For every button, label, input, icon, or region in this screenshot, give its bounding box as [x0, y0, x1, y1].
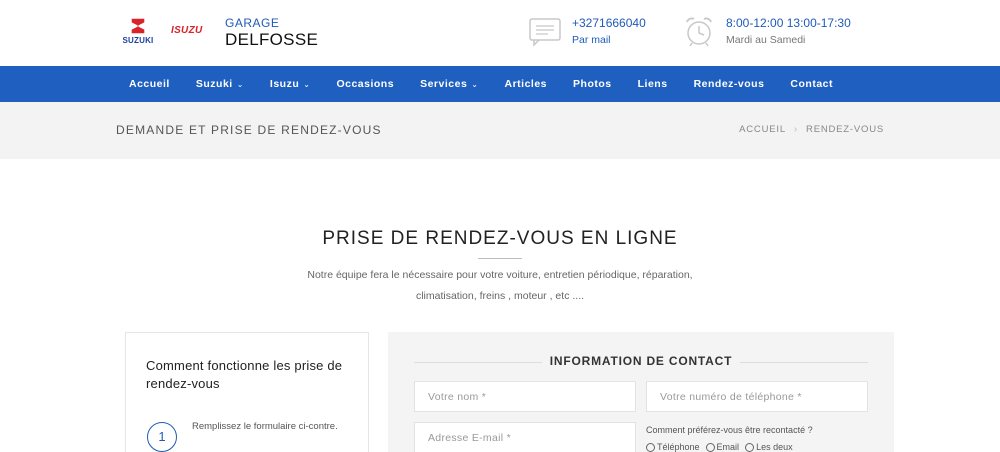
nav-item-label: Contact	[790, 78, 833, 90]
suzuki-logo-text: SUZUKI	[122, 36, 154, 45]
radio-circle-icon	[745, 442, 755, 452]
nav-item-suzuki[interactable]: Suzuki ⌄	[183, 66, 257, 102]
breadcrumb-home-link[interactable]: ACCUEIL	[739, 124, 786, 135]
mail-link[interactable]: Par mail	[572, 34, 646, 46]
envelope-icon	[529, 18, 561, 47]
opening-hours-block: 8:00-12:00 13:00-17:30 Mardi au Samedi	[682, 14, 851, 48]
page-title-bar: DEMANDE ET PRISE DE RENDEZ-VOUS ACCUEIL …	[0, 102, 1000, 159]
opening-days: Mardi au Samedi	[726, 34, 806, 46]
form-heading: INFORMATION DE CONTACT	[549, 354, 733, 368]
chevron-down-icon: ⌄	[236, 80, 244, 89]
heading-divider-right	[740, 362, 868, 363]
howto-card: Comment fonctionne les prise de rendez-v…	[125, 332, 369, 452]
recontact-label: Comment préférez-vous être recontacté ?	[646, 425, 813, 435]
suzuki-s-logo-icon	[131, 18, 145, 34]
nav-item-articles[interactable]: Articles	[492, 66, 561, 102]
nav-item-label: Photos	[573, 78, 612, 90]
step-text: Remplissez le formulaire ci-contre.	[192, 421, 338, 432]
phone-input[interactable]	[646, 381, 868, 412]
section-intro: Notre équipe fera le nécessaire pour vot…	[280, 265, 720, 307]
chevron-right-icon: ›	[793, 124, 799, 135]
nav-item-label: Rendez-vous	[693, 78, 765, 90]
nav-item-liens[interactable]: Liens	[625, 66, 681, 102]
isuzu-logo[interactable]: ISUZU	[171, 25, 203, 36]
nav-item-contact[interactable]: Contact	[777, 66, 846, 102]
brand-name[interactable]: DELFOSSE	[225, 30, 318, 50]
chevron-down-icon: ⌄	[471, 80, 479, 89]
title-divider	[478, 258, 522, 259]
email-input[interactable]	[414, 422, 636, 452]
main-navigation: Accueil Suzuki ⌄ Isuzu ⌄ Occasions Service…	[0, 66, 1000, 102]
phone-number-link[interactable]: +3271666040	[572, 16, 646, 30]
recontact-options: Téléphone Email Les deux	[646, 442, 799, 452]
nav-item-label: Articles	[504, 78, 548, 90]
nav-item-label: Occasions	[336, 78, 395, 90]
nav-item-label: Liens	[637, 78, 668, 90]
name-input[interactable]	[414, 381, 636, 412]
nav-item-label: Isuzu	[269, 78, 300, 90]
howto-heading: Comment fonctionne les prise de rendez-v…	[146, 358, 343, 391]
intro-line-2: climatisation, freins , moteur , etc ...…	[415, 290, 585, 302]
nav-item-label: Accueil	[129, 78, 170, 90]
section-title: PRISE DE RENDEZ-VOUS EN LIGNE	[322, 228, 678, 249]
step-number: 1	[147, 422, 177, 452]
nav-item-accueil[interactable]: Accueil	[116, 66, 183, 102]
nav-item-photos[interactable]: Photos	[560, 66, 625, 102]
page-title: DEMANDE ET PRISE DE RENDEZ-VOUS	[116, 123, 382, 137]
suzuki-logo[interactable]: SUZUKI	[117, 17, 159, 45]
nav-item-label: Suzuki	[195, 78, 233, 90]
nav-item-label: Services	[420, 78, 468, 90]
intro-line-1: Notre équipe fera le nécessaire pour vot…	[307, 269, 693, 281]
radio-label: Email	[716, 442, 740, 452]
radio-both[interactable]: Les deux	[745, 442, 793, 452]
radio-email[interactable]: Email	[705, 442, 740, 452]
radio-circle-icon	[646, 442, 655, 452]
chevron-down-icon: ⌄	[303, 80, 311, 89]
breadcrumb: ACCUEIL › RENDEZ-VOUS	[739, 124, 884, 135]
alarm-clock-icon	[686, 17, 712, 47]
contact-form-panel: INFORMATION DE CONTACT Comment préférez-…	[388, 332, 894, 452]
nav-item-occasions[interactable]: Occasions	[323, 66, 407, 102]
radio-label: Les deux	[756, 442, 793, 452]
breadcrumb-current: RENDEZ-VOUS	[806, 124, 884, 135]
radio-label: Téléphone	[657, 442, 700, 452]
nav-item-rendez-vous[interactable]: Rendez-vous	[681, 66, 778, 102]
radio-telephone[interactable]: Téléphone	[646, 442, 700, 452]
brand-line-garage[interactable]: GARAGE	[225, 16, 279, 30]
nav-item-services[interactable]: Services ⌄	[407, 66, 491, 102]
contact-phone-block: +3271666040 Par mail	[528, 14, 646, 48]
nav-item-isuzu[interactable]: Isuzu ⌄	[257, 66, 324, 102]
radio-circle-icon	[705, 442, 715, 452]
opening-hours: 8:00-12:00 13:00-17:30	[726, 16, 851, 30]
site-header: SUZUKI ISUZU GARAGE DELFOSSE +3271666040…	[0, 0, 1000, 66]
